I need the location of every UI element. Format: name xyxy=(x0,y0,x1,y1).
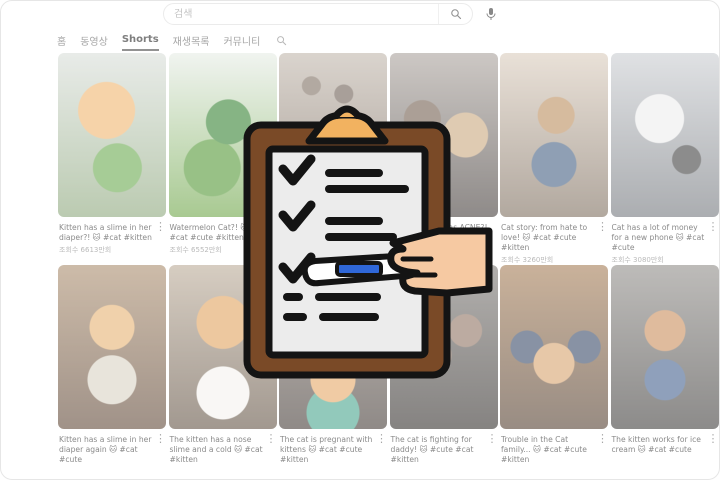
short-caption: The kitten has a nose slime and a cold 🐱… xyxy=(169,429,277,477)
short-title[interactable]: The kitten works for ice cream 🐱 #cat #c… xyxy=(612,435,709,455)
more-vert-icon[interactable]: ⋮ xyxy=(376,433,387,444)
short-card[interactable]: Cat story: from hate to love! 🐱 #cat #cu… xyxy=(500,53,608,265)
youtube-channel-page: 홈 동영상 Shorts 재생목록 커뮤니티 Kitten has a slim… xyxy=(0,0,720,480)
short-card[interactable]: Kitten has a slime in her diaper?! 🐱 #ca… xyxy=(58,53,166,265)
short-views: 조회수 6613만회 xyxy=(59,246,112,254)
short-thumbnail[interactable] xyxy=(58,265,166,429)
short-title[interactable]: Cat has a lot of money for a new phone 🐱… xyxy=(612,223,709,253)
short-title[interactable]: Trouble in the Cat family... 🐱 #cat #cut… xyxy=(501,435,598,465)
short-caption: Cat story: from hate to love! 🐱 #cat #cu… xyxy=(500,217,608,265)
checklist-clipboard-icon xyxy=(243,105,493,379)
search-button[interactable] xyxy=(438,4,472,24)
short-caption: The kitten works for ice cream 🐱 #cat #c… xyxy=(611,429,719,477)
tab-home[interactable]: 홈 xyxy=(57,29,66,52)
channel-tabs: 홈 동영상 Shorts 재생목록 커뮤니티 xyxy=(57,29,288,51)
more-vert-icon[interactable]: ⋮ xyxy=(597,221,608,232)
short-card[interactable]: Cat has a lot of money for a new phone 🐱… xyxy=(610,53,719,265)
short-title[interactable]: The kitten has a nose slime and a cold 🐱… xyxy=(170,435,267,465)
short-views: 조회수 3260만회 xyxy=(501,256,554,264)
short-card[interactable]: Trouble in the Cat family... 🐱 #cat #cut… xyxy=(500,265,608,477)
short-thumbnail[interactable] xyxy=(610,53,719,217)
short-title[interactable]: Cat story: from hate to love! 🐱 #cat #cu… xyxy=(501,223,598,253)
short-card[interactable]: The kitten works for ice cream 🐱 #cat #c… xyxy=(610,265,719,477)
search-bar xyxy=(163,3,473,25)
channel-search-button[interactable] xyxy=(274,33,288,47)
short-caption: The cat is pregnant with kittens 🐱 #cat … xyxy=(279,429,387,477)
voice-search-button[interactable] xyxy=(480,3,502,25)
search-icon xyxy=(276,35,286,45)
search-icon xyxy=(450,9,461,20)
short-caption: Cat has a lot of money for a new phone 🐱… xyxy=(611,217,719,265)
more-vert-icon[interactable]: ⋮ xyxy=(155,221,166,232)
short-caption: Kitten has a slime in her diaper?! 🐱 #ca… xyxy=(58,217,166,265)
short-views: 조회수 3080만회 xyxy=(611,256,664,264)
short-thumbnail[interactable] xyxy=(500,265,608,429)
short-caption: The cat is fighting for daddy! 🐱 #cute #… xyxy=(390,429,498,477)
more-vert-icon[interactable]: ⋮ xyxy=(597,433,608,444)
more-vert-icon[interactable]: ⋮ xyxy=(708,221,719,232)
short-thumbnail[interactable] xyxy=(58,53,166,217)
tab-community[interactable]: 커뮤니티 xyxy=(223,29,260,52)
more-vert-icon[interactable]: ⋮ xyxy=(487,433,498,444)
short-card[interactable]: Kitten has a slime in her diaper again 🐱… xyxy=(58,265,166,477)
tab-playlists[interactable]: 재생목록 xyxy=(173,29,210,52)
short-title[interactable]: Kitten has a slime in her diaper?! 🐱 #ca… xyxy=(59,223,156,243)
search-input[interactable] xyxy=(164,4,434,24)
short-title[interactable]: Kitten has a slime in her diaper again 🐱… xyxy=(59,435,156,465)
more-vert-icon[interactable]: ⋮ xyxy=(708,433,719,444)
short-thumbnail[interactable] xyxy=(500,53,608,217)
short-title[interactable]: The cat is fighting for daddy! 🐱 #cute #… xyxy=(391,435,488,465)
short-title[interactable]: The cat is pregnant with kittens 🐱 #cat … xyxy=(280,435,377,465)
more-vert-icon[interactable]: ⋮ xyxy=(155,433,166,444)
more-vert-icon[interactable]: ⋮ xyxy=(266,433,277,444)
short-caption: Trouble in the Cat family... 🐱 #cat #cut… xyxy=(500,429,608,477)
mic-icon xyxy=(486,8,496,20)
short-caption: Kitten has a slime in her diaper again 🐱… xyxy=(58,429,166,477)
short-thumbnail[interactable] xyxy=(610,265,719,429)
tab-shorts[interactable]: Shorts xyxy=(121,30,159,51)
tab-videos[interactable]: 동영상 xyxy=(80,29,108,52)
